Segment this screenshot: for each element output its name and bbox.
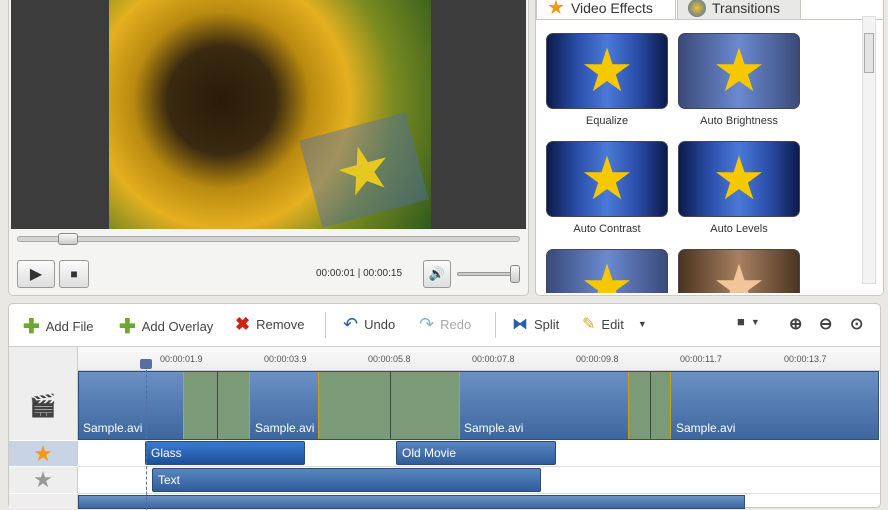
text-clip[interactable]: Text xyxy=(152,468,541,492)
video-frame: ★ xyxy=(109,0,431,229)
plus-icon: ✚ xyxy=(23,316,40,338)
effect-equalize[interactable]: ★ Equalize xyxy=(546,33,668,127)
remove-button[interactable]: ✖ Remove xyxy=(235,314,305,335)
seek-handle[interactable] xyxy=(58,233,78,245)
overlay-track-header: ★ xyxy=(9,441,78,466)
split-icon: ⧓ xyxy=(512,316,528,333)
star-icon: ★ xyxy=(678,33,800,109)
effect-item[interactable]: ★ xyxy=(678,249,800,293)
video-screen: ★ xyxy=(11,0,526,229)
track-divider xyxy=(78,466,880,467)
redo-button[interactable]: ↷ Redo xyxy=(419,314,471,335)
text-track-header: ★ xyxy=(9,467,78,493)
redo-icon: ↷ xyxy=(419,314,435,334)
overlay-clip-old-movie[interactable]: Old Movie xyxy=(396,441,556,465)
effect-auto-contrast[interactable]: ★ Auto Contrast xyxy=(546,141,668,235)
monitor-dropdown[interactable]: ■ ▼ xyxy=(737,314,760,329)
zoom-fit-icon: ⊙ xyxy=(850,316,864,333)
scrollbar[interactable] xyxy=(862,16,876,284)
transitions-icon xyxy=(688,0,706,17)
star-outline-icon: ★ xyxy=(33,467,53,492)
video-track[interactable]: Sample.avi Sample.avi Sample.avi Sample.… xyxy=(78,371,879,440)
stop-button[interactable]: ■ xyxy=(59,260,89,288)
zoom-out-icon: ⊖ xyxy=(819,316,833,333)
track-divider xyxy=(78,493,880,494)
clip-label: Sample.avi xyxy=(464,421,524,435)
time-ruler[interactable]: 00:00:01.9 00:00:03.9 00:00:05.8 00:00:0… xyxy=(9,346,880,371)
ruler-label: 00:00:01.9 xyxy=(160,354,203,364)
ruler-label: 00:00:11.7 xyxy=(680,354,722,364)
ruler-label: 00:00:13.7 xyxy=(784,354,827,364)
zoom-out-button[interactable]: ⊖ xyxy=(819,314,832,334)
edit-button[interactable]: ✎ Edit ▼ xyxy=(582,314,647,334)
undo-icon: ↶ xyxy=(343,314,359,334)
undo-button[interactable]: ↶ Undo xyxy=(343,314,395,335)
playhead-line xyxy=(146,370,147,510)
edit-wand-icon: ✎ xyxy=(582,316,596,333)
ruler-label: 00:00:05.8 xyxy=(368,354,411,364)
timeline-panel: ✚ Add File ✚ Add Overlay ✖ Remove ↶ Undo ↷ Re… xyxy=(8,303,881,510)
monitor-icon: ■ xyxy=(737,314,745,329)
overlay-clip-glass[interactable]: Glass xyxy=(145,441,305,465)
split-button[interactable]: ⧓ Split xyxy=(512,314,559,334)
transition-block[interactable] xyxy=(628,372,671,439)
zoom-fit-button[interactable]: ⊙ xyxy=(850,314,863,334)
star-overlay-icon: ★ xyxy=(299,112,429,228)
effect-auto-brightness[interactable]: ★ Auto Brightness xyxy=(678,33,800,127)
add-overlay-button[interactable]: ✚ Add Overlay xyxy=(119,314,213,339)
clip-label: Sample.avi xyxy=(255,421,315,435)
clip-label: Sample.avi xyxy=(83,421,143,435)
volume-button[interactable]: 🔊 xyxy=(423,260,451,288)
ruler-label: 00:00:07.8 xyxy=(472,354,515,364)
zoom-in-icon: ⊕ xyxy=(789,316,803,333)
star-icon: ★ xyxy=(547,0,565,19)
zoom-in-button[interactable]: ⊕ xyxy=(789,314,802,334)
star-icon: ★ xyxy=(678,141,800,217)
effect-auto-levels[interactable]: ★ Auto Levels xyxy=(678,141,800,235)
add-file-button[interactable]: ✚ Add File xyxy=(23,314,93,339)
effects-panel: ★ Video Effects Transitions ★ Equalize ★ Au… xyxy=(535,0,884,296)
transition-block[interactable] xyxy=(318,372,460,439)
tab-transitions[interactable]: Transitions xyxy=(677,0,801,19)
ruler-label: 00:00:03.9 xyxy=(264,354,307,364)
star-icon: ★ xyxy=(33,440,53,466)
star-icon: ★ xyxy=(546,33,668,109)
seek-bar[interactable] xyxy=(17,233,520,245)
ruler-label: 00:00:09.8 xyxy=(576,354,619,364)
audio-track-header xyxy=(9,494,78,509)
divider xyxy=(495,312,496,338)
chevron-down-icon: ▼ xyxy=(750,316,760,327)
ruler-corner xyxy=(9,347,78,371)
effect-item[interactable]: ★ xyxy=(546,249,668,293)
volume-slider[interactable] xyxy=(457,265,520,283)
clip-label: Sample.avi xyxy=(676,421,736,435)
audio-clip[interactable] xyxy=(78,495,745,509)
play-button[interactable]: ▶ xyxy=(17,260,55,288)
transition-block[interactable] xyxy=(183,372,250,439)
star-icon: ★ xyxy=(546,141,668,217)
star-icon: ★ xyxy=(678,249,800,293)
clapperboard-icon: 🎬 xyxy=(29,392,57,418)
preview-panel: ★ ▶ ■ 00:00:01 | 00:00:15 🔊 xyxy=(8,0,529,296)
scroll-thumb[interactable] xyxy=(864,33,874,73)
add-overlay-icon: ✚ xyxy=(119,316,136,338)
tab-video-effects[interactable]: ★ Video Effects xyxy=(536,0,676,19)
effects-list: ★ Equalize ★ Auto Brightness ★ Auto Contras… xyxy=(536,16,883,295)
divider xyxy=(325,312,326,338)
video-track-header: 🎬 xyxy=(9,371,78,440)
chevron-down-icon: ▼ xyxy=(637,319,647,329)
playhead-handle[interactable] xyxy=(140,359,152,369)
star-icon: ★ xyxy=(546,249,668,293)
time-display: 00:00:01 | 00:00:15 xyxy=(316,268,403,279)
volume-handle[interactable] xyxy=(510,265,520,283)
x-icon: ✖ xyxy=(235,314,251,334)
